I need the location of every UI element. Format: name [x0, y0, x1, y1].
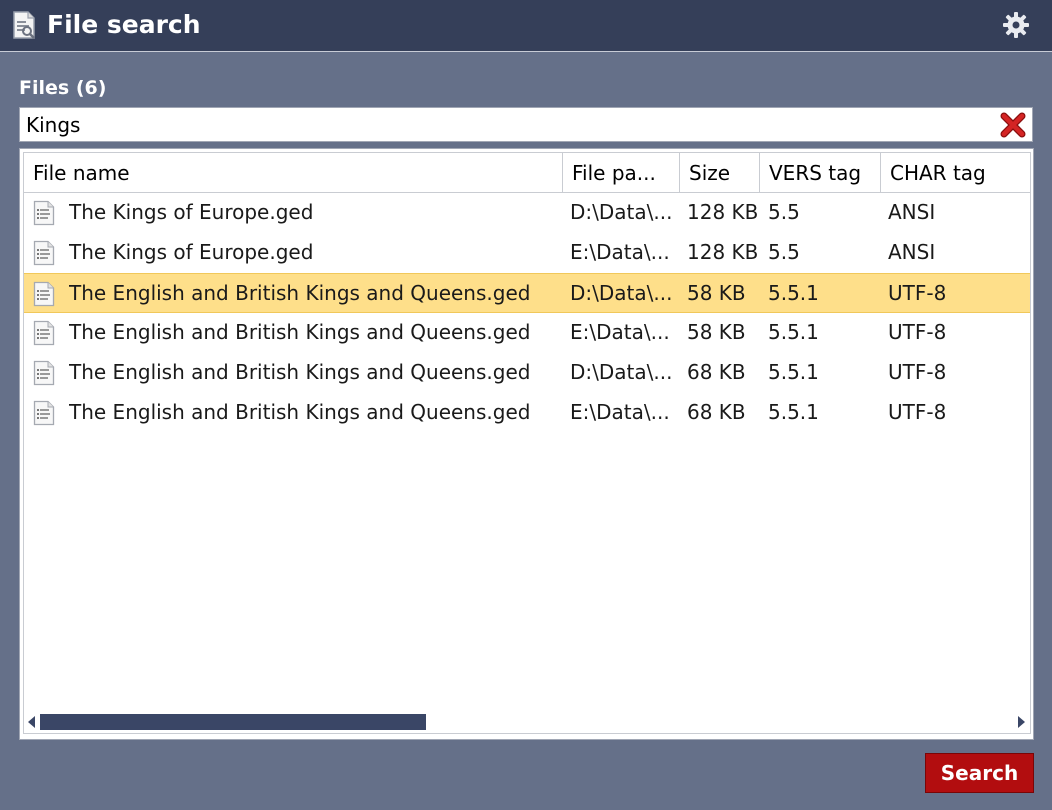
char-tag-cell: ANSI [888, 200, 936, 224]
char-tag-cell: UTF-8 [888, 281, 947, 305]
file-name-cell: The English and British Kings and Queens… [69, 320, 531, 344]
scroll-left-arrow-icon[interactable] [28, 716, 35, 728]
table-row[interactable]: The English and British Kings and Queens… [24, 393, 1030, 433]
table-row[interactable]: The English and British Kings and Queens… [24, 313, 1030, 353]
file-list-panel: File name File pa... Size VERS tag CHAR … [19, 148, 1034, 740]
gedcom-file-icon [33, 281, 55, 307]
column-header-size[interactable]: Size [680, 153, 760, 192]
column-header-char-tag[interactable]: CHAR tag [881, 153, 1030, 192]
file-name-cell: The English and British Kings and Queens… [69, 281, 531, 305]
size-cell: 128 KB [687, 240, 759, 264]
vers-tag-cell: 5.5.1 [768, 360, 819, 384]
column-header-file-path[interactable]: File pa... [563, 153, 680, 192]
file-path-cell: D:\Data\... [570, 360, 673, 384]
file-name-cell: The English and British Kings and Queens… [69, 360, 531, 384]
file-path-cell: E:\Data\... [570, 320, 670, 344]
vers-tag-cell: 5.5.1 [768, 320, 819, 344]
column-header-file-name[interactable]: File name [24, 153, 563, 192]
size-cell: 68 KB [687, 360, 746, 384]
document-search-icon [13, 11, 35, 39]
size-cell: 128 KB [687, 200, 759, 224]
size-cell: 58 KB [687, 320, 746, 344]
char-tag-cell: UTF-8 [888, 360, 947, 384]
gear-icon[interactable] [1002, 11, 1030, 39]
gedcom-file-icon [33, 360, 55, 386]
scroll-right-arrow-icon[interactable] [1018, 716, 1025, 728]
column-header-vers-tag[interactable]: VERS tag [760, 153, 881, 192]
title-bar: File search [0, 0, 1052, 52]
file-path-cell: E:\Data\... [570, 240, 670, 264]
table-row[interactable]: The English and British Kings and Queens… [24, 353, 1030, 393]
vers-tag-cell: 5.5.1 [768, 400, 819, 424]
vers-tag-cell: 5.5 [768, 240, 800, 264]
file-path-cell: D:\Data\... [570, 281, 673, 305]
horizontal-scrollbar[interactable] [24, 711, 1030, 733]
size-cell: 58 KB [687, 281, 746, 305]
search-button[interactable]: Search [925, 753, 1034, 793]
file-name-cell: The English and British Kings and Queens… [69, 400, 531, 424]
gedcom-file-icon [33, 200, 55, 226]
search-box [19, 107, 1033, 142]
list-header: File name File pa... Size VERS tag CHAR … [24, 153, 1030, 193]
files-count-label: Files (6) [19, 77, 107, 99]
file-path-cell: D:\Data\... [570, 200, 673, 224]
char-tag-cell: ANSI [888, 240, 936, 264]
size-cell: 68 KB [687, 400, 746, 424]
scrollbar-thumb[interactable] [40, 714, 426, 730]
table-row[interactable]: The Kings of Europe.ged E:\Data\... 128 … [24, 233, 1030, 273]
search-input[interactable] [20, 108, 990, 141]
gedcom-file-icon [33, 240, 55, 266]
vers-tag-cell: 5.5.1 [768, 281, 819, 305]
file-path-cell: E:\Data\... [570, 400, 670, 424]
gedcom-file-icon [33, 320, 55, 346]
clear-x-icon[interactable] [1000, 112, 1026, 138]
file-name-cell: The Kings of Europe.ged [69, 200, 314, 224]
char-tag-cell: UTF-8 [888, 320, 947, 344]
file-name-cell: The Kings of Europe.ged [69, 240, 314, 264]
gedcom-file-icon [33, 400, 55, 426]
file-list: File name File pa... Size VERS tag CHAR … [23, 152, 1031, 734]
table-row[interactable]: The English and British Kings and Queens… [24, 273, 1030, 313]
char-tag-cell: UTF-8 [888, 400, 947, 424]
table-row[interactable]: The Kings of Europe.ged D:\Data\... 128 … [24, 193, 1030, 233]
vers-tag-cell: 5.5 [768, 200, 800, 224]
window-title: File search [47, 10, 201, 39]
